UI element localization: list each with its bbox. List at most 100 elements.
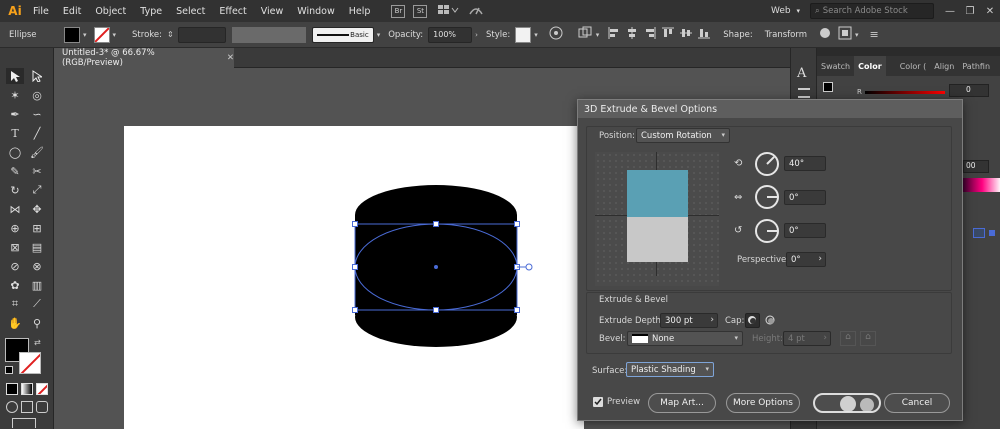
- character-panel-icon[interactable]: A: [797, 66, 806, 81]
- artboard-tool-icon[interactable]: ⌗: [6, 296, 24, 312]
- chevron-down-icon[interactable]: ▾: [113, 31, 117, 39]
- chevron-right-icon[interactable]: ›: [818, 254, 822, 264]
- menu-select[interactable]: Select: [169, 6, 212, 17]
- slice-tool-icon[interactable]: ⟋: [28, 296, 46, 312]
- tab-color[interactable]: Color: [854, 56, 886, 76]
- layer-target-icon[interactable]: [973, 228, 985, 238]
- transform-each-icon[interactable]: [577, 26, 593, 43]
- preview-checkbox[interactable]: [593, 397, 603, 407]
- menu-edit[interactable]: Edit: [56, 6, 88, 17]
- chevron-right-icon[interactable]: ›: [475, 31, 478, 39]
- shape-builder-tool-icon[interactable]: ⊕: [6, 220, 24, 236]
- paintbrush-tool-icon[interactable]: 🖌: [28, 144, 46, 160]
- position-select[interactable]: Custom Rotation ▾: [636, 128, 730, 143]
- color-mode-icon[interactable]: [6, 383, 18, 395]
- chevron-down-icon[interactable]: ▾: [855, 31, 859, 39]
- symbol-sprayer-tool-icon[interactable]: ✿: [6, 277, 24, 293]
- default-fill-stroke-icon[interactable]: [5, 366, 13, 374]
- draw-behind-icon[interactable]: [21, 401, 33, 413]
- gpu-performance-icon[interactable]: [467, 3, 485, 20]
- curvature-tool-icon[interactable]: ∽: [28, 106, 46, 122]
- layer-select-indicator[interactable]: [989, 230, 995, 236]
- shaper-tool-icon[interactable]: ✎: [6, 163, 24, 179]
- column-graph-tool-icon[interactable]: ▥: [28, 277, 46, 293]
- opacity-label[interactable]: Opacity:: [383, 30, 428, 40]
- gradient-tool-icon[interactable]: ▤: [28, 239, 46, 255]
- menu-help[interactable]: Help: [342, 6, 378, 17]
- swap-fill-stroke-icon[interactable]: ⇄: [34, 338, 41, 347]
- draw-inside-icon[interactable]: [36, 401, 48, 413]
- menu-file[interactable]: File: [26, 6, 56, 17]
- ellipse-tool-icon[interactable]: ◯: [6, 144, 24, 160]
- menu-window[interactable]: Window: [290, 6, 341, 17]
- mesh-tool-icon[interactable]: ⊠: [6, 239, 24, 255]
- partial-value-field[interactable]: 00: [963, 160, 989, 173]
- hand-tool-icon[interactable]: ✋: [6, 315, 24, 331]
- menu-view[interactable]: View: [254, 6, 291, 17]
- chevron-right-icon[interactable]: ›: [710, 315, 714, 325]
- close-icon[interactable]: ✕: [980, 6, 1000, 17]
- gradient-mode-icon[interactable]: [21, 383, 33, 395]
- track-cube-area[interactable]: [595, 152, 719, 286]
- paragraph-panel-icon[interactable]: [798, 88, 810, 98]
- align-right-icon[interactable]: [644, 27, 656, 42]
- minimize-icon[interactable]: —: [940, 6, 960, 17]
- chevron-down-icon[interactable]: ▾: [596, 31, 600, 39]
- panel-menu-icon[interactable]: ≡: [870, 28, 879, 41]
- rotate-z-field[interactable]: 0°: [784, 223, 826, 238]
- align-top-icon[interactable]: [662, 27, 675, 42]
- cube-bottom-face[interactable]: [627, 217, 688, 262]
- align-left-icon[interactable]: [608, 27, 620, 42]
- rotate-z-dial[interactable]: [755, 219, 779, 243]
- graphic-style-swatch[interactable]: [515, 26, 532, 43]
- tab-color-guide[interactable]: Color (: [896, 62, 931, 71]
- extrude-depth-field[interactable]: 300 pt ›: [660, 313, 718, 328]
- stroke-swatch[interactable]: [93, 26, 110, 43]
- align-bottom-icon[interactable]: [698, 27, 711, 42]
- screen-mode-icon[interactable]: [12, 418, 36, 428]
- map-art-button[interactable]: Map Art...: [648, 393, 716, 413]
- menu-effect[interactable]: Effect: [212, 6, 253, 17]
- perspective-grid-tool-icon[interactable]: ⊞: [28, 220, 46, 236]
- rotate-x-dial[interactable]: [755, 152, 779, 176]
- document-tab[interactable]: Untitled-3* @ 66.67% (RGB/Preview) ✕: [54, 48, 234, 68]
- more-options-button[interactable]: More Options: [726, 393, 800, 413]
- stock-icon[interactable]: St: [413, 4, 428, 18]
- arrange-documents-icon[interactable]: [437, 4, 459, 19]
- brush-definition[interactable]: Basic: [311, 26, 374, 43]
- isolate-object-icon[interactable]: [818, 26, 832, 43]
- close-tab-icon[interactable]: ✕: [227, 53, 234, 63]
- tab-swatches[interactable]: Swatch: [817, 62, 854, 71]
- chevron-down-icon[interactable]: ▾: [83, 31, 87, 39]
- scale-tool-icon[interactable]: ⤢: [28, 182, 46, 198]
- fill-swatch[interactable]: [64, 26, 80, 43]
- canvas-artwork[interactable]: [340, 180, 540, 355]
- workspace-switcher[interactable]: Web ▾: [771, 6, 800, 16]
- perspective-field[interactable]: 0° ›: [786, 252, 826, 267]
- fill-stroke-mini[interactable]: [823, 82, 833, 92]
- eraser-tool-icon[interactable]: ✂: [28, 163, 46, 179]
- free-transform-tool-icon[interactable]: ✥: [28, 201, 46, 217]
- preview-label[interactable]: Preview: [607, 397, 640, 407]
- opacity-field[interactable]: 100%: [428, 26, 473, 43]
- pen-tool-icon[interactable]: ✒: [6, 106, 24, 122]
- rotate-y-dial[interactable]: [755, 185, 779, 209]
- stroke-weight-field[interactable]: [177, 26, 226, 43]
- bridge-icon[interactable]: Br: [391, 4, 406, 18]
- rotate-tool-icon[interactable]: ↻: [6, 182, 24, 198]
- cap-on-button[interactable]: [745, 313, 760, 328]
- direct-selection-tool-icon[interactable]: [28, 68, 46, 84]
- dialog-title[interactable]: 3D Extrude & Bevel Options: [578, 100, 962, 118]
- maximize-icon[interactable]: ❐: [960, 6, 980, 17]
- cap-off-button[interactable]: [763, 313, 778, 328]
- channel-r-slider[interactable]: [865, 91, 945, 94]
- none-mode-icon[interactable]: [36, 383, 48, 395]
- cube-front-face[interactable]: [627, 170, 688, 217]
- variable-width-profile[interactable]: [231, 26, 306, 43]
- align-to-artboard-icon[interactable]: [838, 26, 852, 43]
- type-tool-icon[interactable]: T: [6, 125, 24, 141]
- menu-type[interactable]: Type: [133, 6, 169, 17]
- lasso-tool-icon[interactable]: ◎: [28, 87, 46, 103]
- stroke-color-box[interactable]: [19, 352, 41, 374]
- selection-tool-icon[interactable]: [6, 68, 24, 84]
